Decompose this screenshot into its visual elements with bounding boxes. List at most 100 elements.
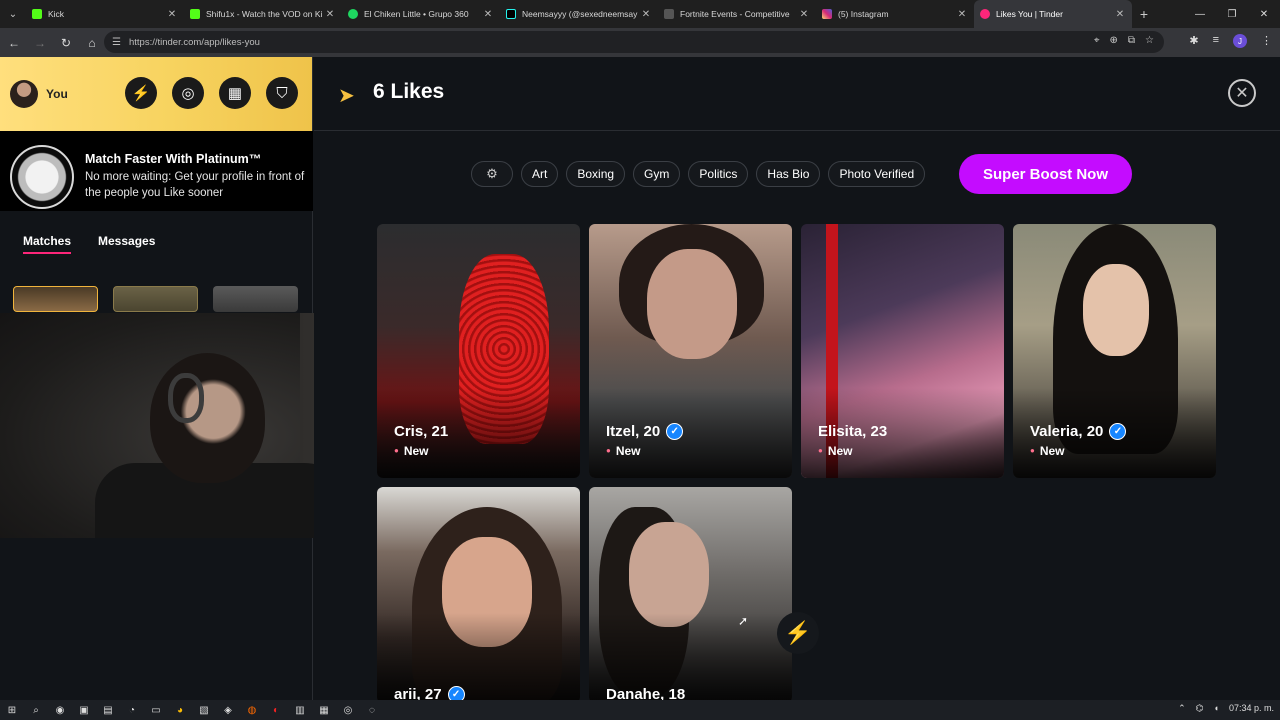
tab-close-icon[interactable]: ✕ [482, 9, 494, 20]
tab-close-icon[interactable]: ✕ [324, 9, 336, 20]
app-icon[interactable]: ◍ [240, 700, 264, 720]
profile-card[interactable]: Elisita, 23 New [801, 224, 1004, 478]
site-info-icon[interactable]: ☰ [112, 37, 121, 48]
new-tab-icon[interactable]: + [1132, 6, 1156, 22]
edge-icon[interactable]: ◔ [120, 700, 144, 720]
network-icon[interactable]: ⌬ [1196, 703, 1204, 714]
tab-close-icon[interactable]: ✕ [166, 9, 178, 20]
profile-card[interactable]: arii, 27 ✓ [377, 487, 580, 703]
home-icon[interactable]: ⌂ [80, 31, 104, 55]
verified-check-icon: ✓ [666, 423, 684, 440]
user-avatar[interactable] [10, 80, 38, 108]
filter-chip[interactable]: Has Bio [756, 161, 821, 187]
location-icon[interactable]: ⌖ [1094, 35, 1100, 46]
app-icon[interactable]: ▥ [288, 700, 312, 720]
match-thumbnail[interactable] [113, 286, 198, 312]
tab-messages[interactable]: Messages [98, 234, 155, 248]
platinum-promo[interactable]: Match Faster With Platinum™ No more wait… [0, 131, 313, 211]
close-icon[interactable]: ✕ [1228, 79, 1256, 107]
profile-name: Cris, 21 [394, 423, 448, 440]
back-icon[interactable]: ← [2, 31, 26, 55]
profile-name-text: Valeria, 20 [1030, 423, 1104, 440]
filter-chip[interactable]: Politics [688, 161, 749, 187]
likes-hand-icon: ➤ [338, 85, 355, 107]
user-label[interactable]: You [46, 87, 68, 101]
reload-icon[interactable]: ↻ [54, 31, 78, 55]
profile-card[interactable]: Danahe, 18 [589, 487, 792, 703]
tab-title: Likes You | Tinder [996, 9, 1063, 19]
tray-arrow-icon[interactable]: ⌃ [1178, 703, 1186, 714]
super-boost-button[interactable]: Super Boost Now [959, 154, 1132, 194]
browser-tab[interactable]: Kick ✕ [26, 0, 184, 28]
filter-settings-icon[interactable]: ⚙ [471, 161, 513, 187]
tab-close-icon[interactable]: ✕ [640, 9, 652, 20]
address-bar[interactable]: ☰ https://tinder.com/app/likes-you ⌖ ⊕ ⧉… [104, 31, 1164, 53]
url-text: https://tinder.com/app/likes-you [128, 36, 260, 48]
app-icon[interactable]: ▣ [72, 700, 96, 720]
tab-search-icon[interactable]: ⌄ [0, 0, 26, 28]
extensions-icon[interactable]: ✱ [1189, 34, 1198, 48]
tab-close-icon[interactable]: ✕ [798, 9, 810, 20]
app-icon[interactable]: ◌ [360, 700, 384, 720]
webcam-person-head [150, 353, 265, 483]
files-icon[interactable]: ▤ [96, 700, 120, 720]
headset [168, 373, 204, 423]
profile-name-text: Cris, 21 [394, 423, 449, 440]
browser-tab[interactable]: Fortnite Events - Competitive ✕ [658, 0, 816, 28]
bookmark-star-icon[interactable]: ☆ [1145, 35, 1154, 46]
app-icon[interactable]: ◐ [264, 700, 288, 720]
media-icon[interactable]: ≡ [1213, 34, 1219, 48]
likes-header: ➤ 6 Likes ✕ [314, 57, 1280, 131]
app-icon[interactable]: ▧ [192, 700, 216, 720]
zoom-icon[interactable]: ⊕ [1110, 35, 1118, 46]
sidebar-tabs: Matches Messages [0, 231, 313, 257]
safety-shield-icon[interactable]: ⛉ [266, 77, 298, 109]
start-icon[interactable]: ⊞ [0, 700, 24, 720]
filter-chip[interactable]: Art [521, 161, 559, 187]
promo-text: No more waiting: Get your profile in fro… [85, 171, 305, 199]
explore-compass-icon[interactable]: ◎ [172, 77, 204, 109]
obs-icon[interactable]: ◎ [336, 700, 360, 720]
profile-card[interactable]: Cris, 21 New [377, 224, 580, 478]
window-close-icon[interactable]: ✕ [1248, 0, 1280, 28]
filter-chip[interactable]: Gym [633, 161, 681, 187]
install-icon[interactable]: ⧉ [1128, 35, 1135, 46]
app-icon[interactable]: ▦ [312, 700, 336, 720]
profile-name-text: Itzel, 20 [606, 423, 661, 440]
new-badge: New [1030, 444, 1065, 458]
likes-you-panel: ➤ 6 Likes ✕ ⚙ Art Boxing Gym Politics Ha… [314, 57, 1280, 703]
profile-card[interactable]: Itzel, 20 ✓ New [589, 224, 792, 478]
browser-tab[interactable]: (5) Instagram ✕ [816, 0, 974, 28]
chrome-icon[interactable]: ◕ [168, 700, 192, 720]
tab-matches[interactable]: Matches [23, 234, 72, 254]
tab-close-icon[interactable]: ✕ [1114, 9, 1126, 20]
clock[interactable]: 07:34 p. m. [1229, 703, 1274, 714]
filter-chip[interactable]: Boxing [566, 161, 626, 187]
boost-lightning-icon[interactable]: ⚡ [125, 77, 157, 109]
tab-close-icon[interactable]: ✕ [956, 9, 968, 20]
browser-tab[interactable]: Neemsayyy (@sexedneemsay ✕ [500, 0, 658, 28]
browser-menu-icon[interactable]: ⋮ [1261, 34, 1272, 48]
profile-avatar-icon[interactable]: J [1233, 34, 1247, 48]
search-icon[interactable]: ⌕ [24, 700, 48, 720]
sidebar-header: You ⚡ ◎ ▦ ⛉ [0, 57, 312, 131]
browser-tab-active[interactable]: Likes You | Tinder ✕ [974, 0, 1132, 28]
steam-icon[interactable]: ◉ [48, 700, 72, 720]
forward-icon[interactable]: → [28, 31, 52, 55]
boost-lightning-icon[interactable]: ⚡ [777, 612, 819, 654]
browser-tab[interactable]: El Chiken Little • Grupo 360 ✕ [342, 0, 500, 28]
filter-chip[interactable]: Photo Verified [828, 161, 926, 187]
kick-favicon-icon [190, 9, 200, 19]
app-icon[interactable]: ◈ [216, 700, 240, 720]
match-thumbnail[interactable] [213, 286, 298, 312]
minimize-icon[interactable]: — [1184, 0, 1216, 28]
match-thumbnail[interactable] [13, 286, 98, 312]
briefcase-icon[interactable]: ▦ [219, 77, 251, 109]
browser-tab-strip: ⌄ Kick ✕ Shifu1x - Watch the VOD on Ki ✕ E… [0, 0, 1280, 28]
volume-icon[interactable]: ◖ [1214, 703, 1219, 714]
browser-tab[interactable]: Shifu1x - Watch the VOD on Ki ✕ [184, 0, 342, 28]
folder-icon[interactable]: ▭ [144, 700, 168, 720]
restore-icon[interactable]: ❐ [1216, 0, 1248, 28]
profile-card[interactable]: Valeria, 20 ✓ New [1013, 224, 1216, 478]
tab-title: Shifu1x - Watch the VOD on Ki [206, 9, 323, 19]
